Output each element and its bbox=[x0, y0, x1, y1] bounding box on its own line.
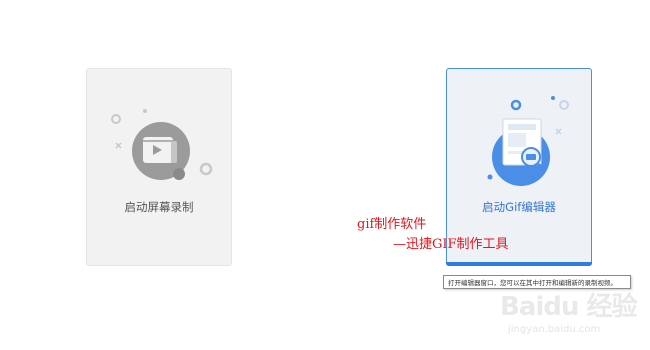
annotation-line-1: gif制作软件 bbox=[357, 217, 427, 232]
card-label: 启动Gif编辑器 bbox=[482, 200, 556, 214]
card-label: 启动屏幕录制 bbox=[124, 200, 194, 214]
gif-editor-document-icon bbox=[487, 96, 569, 186]
card-accent-bar bbox=[446, 262, 592, 266]
baidu-watermark: Baidu 经验 jingyan.baidu.com bbox=[500, 286, 640, 346]
video-clapper-icon bbox=[111, 109, 213, 180]
watermark-url: jingyan.baidu.com bbox=[508, 324, 601, 335]
start-screen-recording-card[interactable]: 启动屏幕录制 bbox=[86, 68, 232, 266]
watermark-logo: Baidu 经验 bbox=[500, 292, 637, 322]
annotation-line-2: —迅捷GIF制作工具 bbox=[393, 237, 509, 252]
